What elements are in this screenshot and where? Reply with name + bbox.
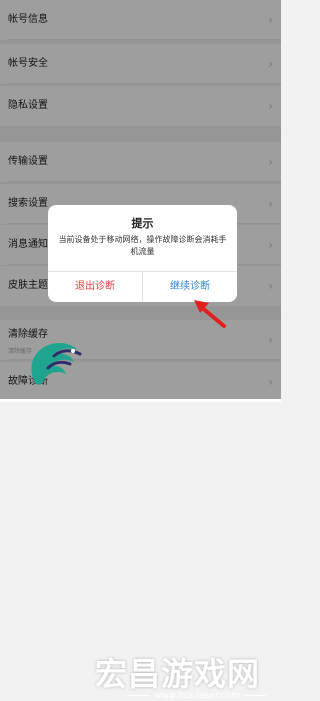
dialog-message: 当前设备处于移动网络，操作故障诊断会消耗手机流量 bbox=[58, 235, 227, 256]
divider bbox=[128, 695, 150, 696]
watermark-url: www.hcs-laser.com bbox=[154, 691, 240, 701]
dialog-title: 提示 bbox=[131, 217, 154, 230]
dragon-logo-icon bbox=[31, 342, 82, 385]
divider bbox=[243, 695, 266, 696]
network-warning-dialog: 提示 当前设备处于移动网络，操作故障诊断会消耗手机流量 退出诊断 继续诊断 bbox=[48, 205, 237, 302]
watermark-title: 宏昌游戏网 bbox=[95, 655, 261, 693]
watermark: 宏昌游戏网 www.hcs-laser.com bbox=[0, 318, 281, 701]
watermark-url-line: www.hcs-laser.com bbox=[124, 691, 270, 701]
exit-diagnosis-button[interactable]: 退出诊断 bbox=[48, 272, 142, 302]
